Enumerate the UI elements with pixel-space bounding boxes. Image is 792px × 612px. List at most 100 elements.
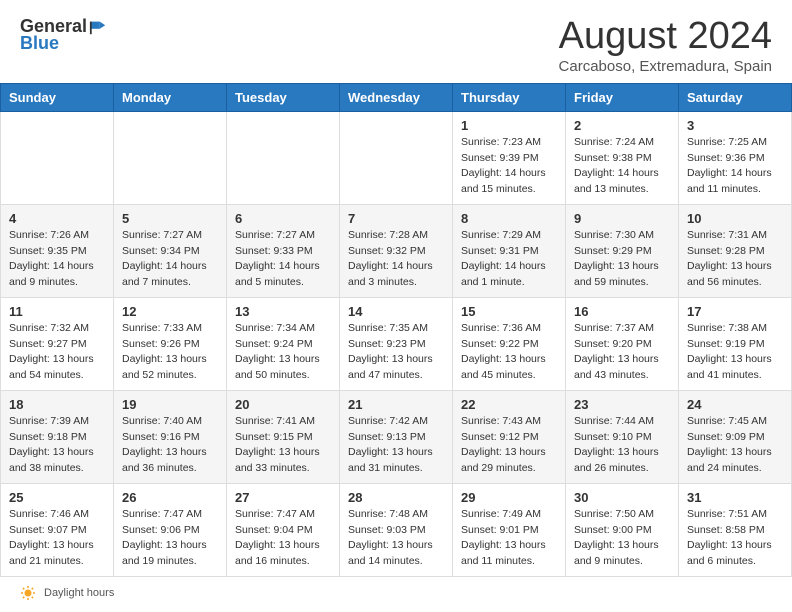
calendar-cell xyxy=(114,111,227,204)
calendar-cell: 30Sunrise: 7:50 AM Sunset: 9:00 PM Dayli… xyxy=(566,483,679,576)
day-info: Sunrise: 7:37 AM Sunset: 9:20 PM Dayligh… xyxy=(574,321,670,384)
calendar-cell: 14 Sunrise: 7:35 AM Sunset: 9:23 PM Dayli… xyxy=(340,297,453,390)
calendar-cell: 13 Sunrise: 7:34 AM Sunset: 9:24 PM Dayli… xyxy=(227,297,340,390)
calendar-header-saturday: Saturday xyxy=(679,83,792,111)
day-info: Sunrise: 7:23 AM Sunset: 9:39 PM Dayligh… xyxy=(461,135,557,198)
calendar-cell: 17 Sunrise: 7:38 AM Sunset: 9:19 PM Dayli… xyxy=(679,297,792,390)
calendar-header-tuesday: Tuesday xyxy=(227,83,340,111)
day-info: Sunrise: 7:33 AM Sunset: 9:26 PM Dayligh… xyxy=(122,321,218,384)
calendar-cell: 16Sunrise: 7:37 AM Sunset: 9:20 PM Dayli… xyxy=(566,297,679,390)
day-info: Sunrise: 7:43 AM Sunset: 9:12 PM Dayligh… xyxy=(461,414,557,477)
day-number: 11 xyxy=(9,304,105,319)
day-info: Sunrise: 7:46 AM Sunset: 9:07 PM Dayligh… xyxy=(9,507,105,570)
calendar-header-monday: Monday xyxy=(114,83,227,111)
day-info: Sunrise: 7:45 AM Sunset: 9:09 PM Dayligh… xyxy=(687,414,783,477)
day-number: 9 xyxy=(574,211,670,226)
main-title: August 2024 xyxy=(559,16,772,58)
day-info: Sunrise: 7:30 AM Sunset: 9:29 PM Dayligh… xyxy=(574,228,670,291)
day-number: 14 xyxy=(348,304,444,319)
day-info: Sunrise: 7:48 AM Sunset: 9:03 PM Dayligh… xyxy=(348,507,444,570)
calendar-cell: 21 Sunrise: 7:42 AM Sunset: 9:13 PM Dayli… xyxy=(340,390,453,483)
calendar-week-2: 4Sunrise: 7:26 AM Sunset: 9:35 PM Daylig… xyxy=(1,204,792,297)
day-number: 22 xyxy=(461,397,557,412)
day-info: Sunrise: 7:51 AM Sunset: 8:58 PM Dayligh… xyxy=(687,507,783,570)
day-number: 21 xyxy=(348,397,444,412)
title-block: August 2024 Carcaboso, Extremadura, Spai… xyxy=(559,16,772,75)
day-info: Sunrise: 7:47 AM Sunset: 9:04 PM Dayligh… xyxy=(235,507,331,570)
calendar-cell: 2 Sunrise: 7:24 AM Sunset: 9:38 PM Daylig… xyxy=(566,111,679,204)
day-info: Sunrise: 7:28 AM Sunset: 9:32 PM Dayligh… xyxy=(348,228,444,291)
day-info: Sunrise: 7:32 AM Sunset: 9:27 PM Dayligh… xyxy=(9,321,105,384)
day-number: 13 xyxy=(235,304,331,319)
logo: General Blue xyxy=(20,16,107,54)
day-info: Sunrise: 7:40 AM Sunset: 9:16 PM Dayligh… xyxy=(122,414,218,477)
calendar-header-sunday: Sunday xyxy=(1,83,114,111)
footer: Daylight hours xyxy=(0,577,792,609)
calendar-cell xyxy=(1,111,114,204)
calendar-cell: 4Sunrise: 7:26 AM Sunset: 9:35 PM Daylig… xyxy=(1,204,114,297)
calendar-cell: 23 Sunrise: 7:44 AM Sunset: 9:10 PM Dayli… xyxy=(566,390,679,483)
calendar-cell: 26 Sunrise: 7:47 AM Sunset: 9:06 PM Dayli… xyxy=(114,483,227,576)
calendar-header-friday: Friday xyxy=(566,83,679,111)
calendar-cell: 18 Sunrise: 7:39 AM Sunset: 9:18 PM Dayli… xyxy=(1,390,114,483)
subtitle: Carcaboso, Extremadura, Spain xyxy=(559,58,772,75)
day-number: 8 xyxy=(461,211,557,226)
day-number: 25 xyxy=(9,490,105,505)
logo-blue-text: Blue xyxy=(20,33,59,54)
day-info: Sunrise: 7:34 AM Sunset: 9:24 PM Dayligh… xyxy=(235,321,331,384)
calendar-cell: 6Sunrise: 7:27 AM Sunset: 9:33 PM Daylig… xyxy=(227,204,340,297)
calendar-header-row: SundayMondayTuesdayWednesdayThursdayFrid… xyxy=(1,83,792,111)
calendar-cell: 19 Sunrise: 7:40 AM Sunset: 9:16 PM Dayli… xyxy=(114,390,227,483)
day-number: 30 xyxy=(574,490,670,505)
day-info: Sunrise: 7:39 AM Sunset: 9:18 PM Dayligh… xyxy=(9,414,105,477)
calendar-cell: 25 Sunrise: 7:46 AM Sunset: 9:07 PM Dayli… xyxy=(1,483,114,576)
day-number: 2 xyxy=(574,118,670,133)
day-number: 24 xyxy=(687,397,783,412)
calendar-cell: 12 Sunrise: 7:33 AM Sunset: 9:26 PM Dayli… xyxy=(114,297,227,390)
day-info: Sunrise: 7:42 AM Sunset: 9:13 PM Dayligh… xyxy=(348,414,444,477)
day-number: 12 xyxy=(122,304,218,319)
day-info: Sunrise: 7:25 AM Sunset: 9:36 PM Dayligh… xyxy=(687,135,783,198)
day-info: Sunrise: 7:31 AM Sunset: 9:28 PM Dayligh… xyxy=(687,228,783,291)
calendar-cell: 31Sunrise: 7:51 AM Sunset: 8:58 PM Dayli… xyxy=(679,483,792,576)
day-number: 15 xyxy=(461,304,557,319)
day-number: 26 xyxy=(122,490,218,505)
day-number: 27 xyxy=(235,490,331,505)
day-number: 20 xyxy=(235,397,331,412)
day-info: Sunrise: 7:29 AM Sunset: 9:31 PM Dayligh… xyxy=(461,228,557,291)
daylight-hours-label: Daylight hours xyxy=(44,587,114,599)
day-info: Sunrise: 7:35 AM Sunset: 9:23 PM Dayligh… xyxy=(348,321,444,384)
calendar-cell: 11 Sunrise: 7:32 AM Sunset: 9:27 PM Dayli… xyxy=(1,297,114,390)
calendar-cell: 5Sunrise: 7:27 AM Sunset: 9:34 PM Daylig… xyxy=(114,204,227,297)
day-number: 19 xyxy=(122,397,218,412)
day-info: Sunrise: 7:24 AM Sunset: 9:38 PM Dayligh… xyxy=(574,135,670,198)
logo-flag-icon xyxy=(89,18,107,36)
calendar-table: SundayMondayTuesdayWednesdayThursdayFrid… xyxy=(0,83,792,577)
calendar-cell: 8 Sunrise: 7:29 AM Sunset: 9:31 PM Daylig… xyxy=(453,204,566,297)
calendar-cell: 15Sunrise: 7:36 AM Sunset: 9:22 PM Dayli… xyxy=(453,297,566,390)
day-info: Sunrise: 7:27 AM Sunset: 9:34 PM Dayligh… xyxy=(122,228,218,291)
day-number: 1 xyxy=(461,118,557,133)
day-info: Sunrise: 7:41 AM Sunset: 9:15 PM Dayligh… xyxy=(235,414,331,477)
calendar-header-wednesday: Wednesday xyxy=(340,83,453,111)
day-number: 3 xyxy=(687,118,783,133)
calendar-cell: 22 Sunrise: 7:43 AM Sunset: 9:12 PM Dayli… xyxy=(453,390,566,483)
day-info: Sunrise: 7:44 AM Sunset: 9:10 PM Dayligh… xyxy=(574,414,670,477)
day-number: 23 xyxy=(574,397,670,412)
calendar-week-3: 11 Sunrise: 7:32 AM Sunset: 9:27 PM Dayli… xyxy=(1,297,792,390)
calendar-cell: 20 Sunrise: 7:41 AM Sunset: 9:15 PM Dayli… xyxy=(227,390,340,483)
day-number: 17 xyxy=(687,304,783,319)
day-info: Sunrise: 7:26 AM Sunset: 9:35 PM Dayligh… xyxy=(9,228,105,291)
calendar-cell: 24 Sunrise: 7:45 AM Sunset: 9:09 PM Dayli… xyxy=(679,390,792,483)
day-info: Sunrise: 7:38 AM Sunset: 9:19 PM Dayligh… xyxy=(687,321,783,384)
day-number: 29 xyxy=(461,490,557,505)
page-header: General Blue August 2024 Carcaboso, Extr… xyxy=(0,0,792,83)
day-number: 28 xyxy=(348,490,444,505)
day-number: 18 xyxy=(9,397,105,412)
sun-icon xyxy=(20,585,36,601)
day-number: 7 xyxy=(348,211,444,226)
calendar-cell xyxy=(340,111,453,204)
calendar-cell: 28 Sunrise: 7:48 AM Sunset: 9:03 PM Dayli… xyxy=(340,483,453,576)
calendar-cell: 10Sunrise: 7:31 AM Sunset: 9:28 PM Dayli… xyxy=(679,204,792,297)
day-info: Sunrise: 7:47 AM Sunset: 9:06 PM Dayligh… xyxy=(122,507,218,570)
